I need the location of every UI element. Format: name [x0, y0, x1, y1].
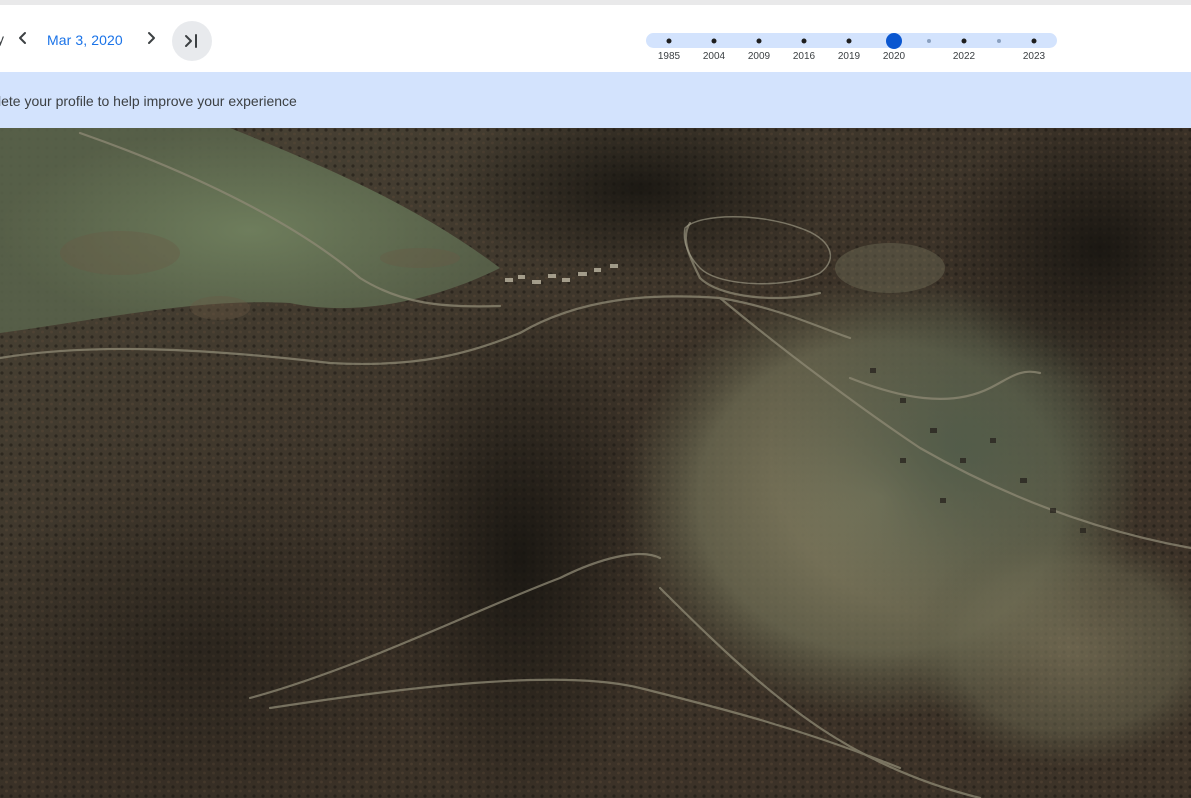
banner-message: lete your profile to help improve your e…: [0, 93, 297, 109]
timeline-dot-minor[interactable]: [997, 38, 1001, 43]
imagery-timeline-slider[interactable]: [646, 32, 1057, 49]
chevron-left-icon: [19, 32, 26, 44]
skip-to-latest-icon: [185, 34, 197, 48]
timeline-label: 2023: [1022, 51, 1046, 62]
timeline-dot-2016[interactable]: [801, 38, 807, 43]
timeline-label: 1985: [657, 51, 681, 62]
previous-date-button[interactable]: [8, 23, 38, 53]
timeline-label: 2022: [952, 51, 976, 62]
historical-imagery-toolbar: y Mar 3, 2020 1985 2004 2009 2016 2019 2…: [0, 0, 1191, 72]
timeline-dot-minor[interactable]: [927, 38, 931, 43]
profile-completion-banner[interactable]: lete your profile to help improve your e…: [0, 72, 1191, 128]
satellite-map-view[interactable]: [0, 128, 1191, 798]
timeline-dot-2023[interactable]: [1031, 38, 1037, 43]
current-date-label[interactable]: Mar 3, 2020: [47, 32, 123, 48]
timeline-dot-2004[interactable]: [711, 38, 717, 43]
timeline-label-active: 2020: [882, 51, 906, 62]
skip-to-latest-button[interactable]: [172, 21, 212, 61]
chevron-right-icon: [148, 32, 155, 44]
timeline-dot-2019[interactable]: [846, 38, 852, 43]
timeline-label: 2004: [702, 51, 726, 62]
timeline-dot-2009[interactable]: [756, 38, 762, 43]
timeline-label: 2009: [747, 51, 771, 62]
truncated-label: y: [0, 31, 4, 47]
satellite-terrain-image: [0, 128, 1191, 798]
next-date-button[interactable]: [136, 23, 166, 53]
timeline-label: 2016: [792, 51, 816, 62]
timeline-label: 2019: [837, 51, 861, 62]
timeline-dot-2022[interactable]: [961, 38, 967, 43]
timeline-dot-1985[interactable]: [666, 38, 672, 43]
timeline-dot-2020-active[interactable]: [886, 32, 902, 49]
